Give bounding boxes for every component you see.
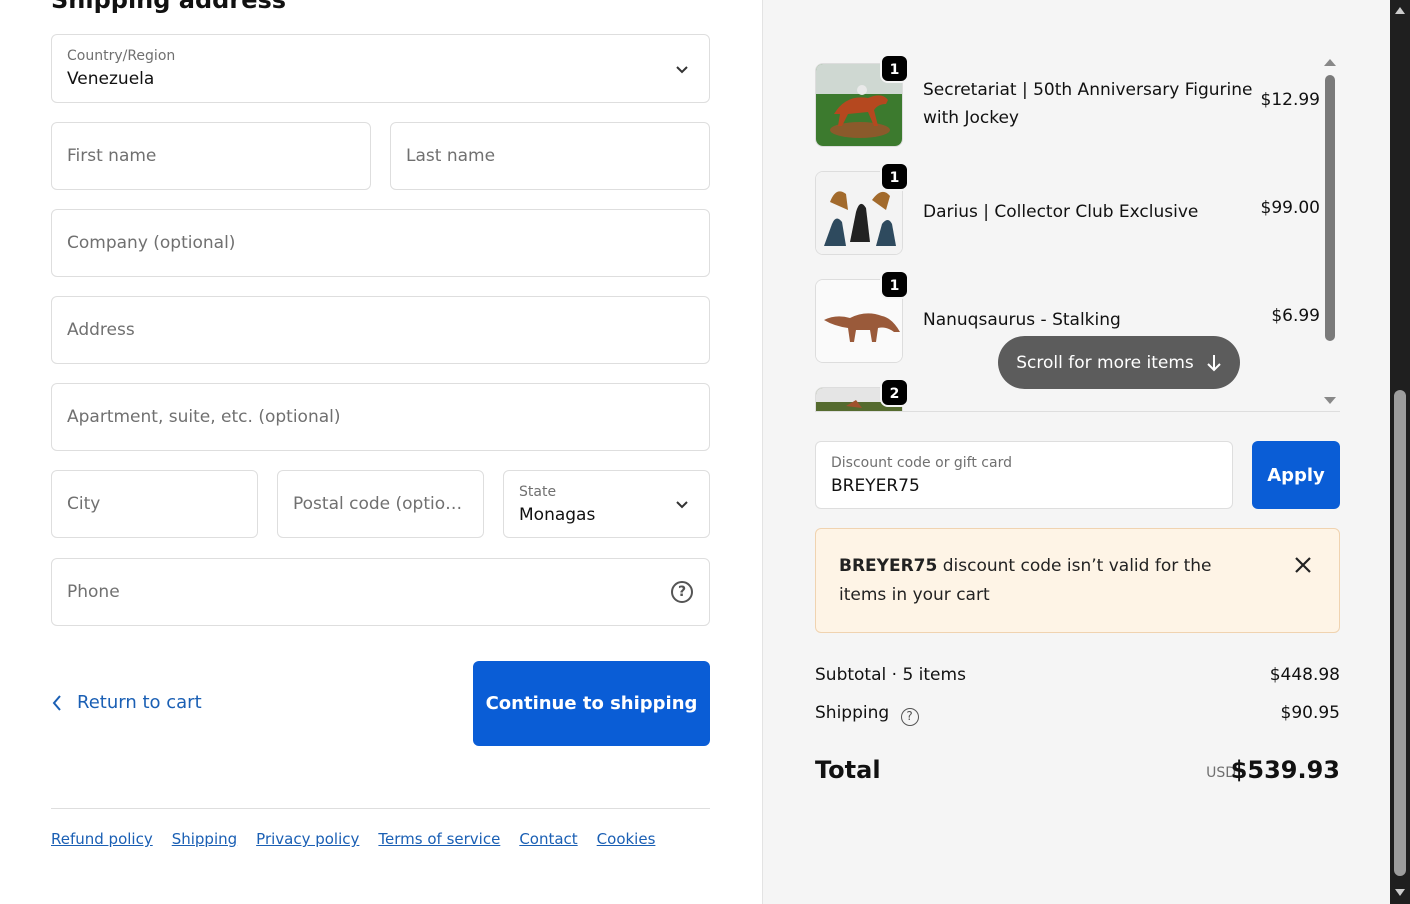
postal-code-input[interactable]: Postal code (option...: [277, 470, 484, 538]
item-name: Secretariat | 50th Anniversary Figurine …: [923, 80, 1253, 128]
terms-of-service-link[interactable]: Terms of service: [378, 830, 500, 848]
last-name-placeholder: Last name: [406, 146, 496, 166]
item-price: $6.99: [1271, 306, 1320, 326]
state-label: State: [519, 484, 557, 500]
cart-item: 2: [815, 378, 1320, 412]
subtotal-row: Subtotal · 5 items $448.98: [815, 665, 1340, 685]
cart-item: 1 Darius | Collector Club Exclusive $99.…: [815, 162, 1320, 261]
scrollbar-thumb[interactable]: [1394, 390, 1406, 876]
refund-policy-link[interactable]: Refund policy: [51, 830, 153, 848]
country-select[interactable]: Country/Region Venezuela: [51, 34, 710, 103]
page-scrollbar[interactable]: [1390, 0, 1410, 904]
item-name: Darius | Collector Club Exclusive: [923, 202, 1199, 222]
error-code: BREYER75: [839, 556, 938, 576]
discount-value: BREYER75: [831, 476, 920, 496]
item-price: $12.99: [1260, 90, 1320, 110]
first-name-input[interactable]: First name: [51, 122, 371, 190]
company-input[interactable]: Company (optional): [51, 209, 710, 277]
total-label: Total: [815, 756, 881, 784]
scroll-hint-label: Scroll for more items: [1016, 352, 1194, 373]
scrollbar-thumb[interactable]: [1325, 75, 1335, 341]
subtotal-label: Subtotal · 5 items: [815, 665, 966, 685]
address-placeholder: Address: [67, 320, 135, 340]
chevron-down-icon: [676, 65, 688, 73]
apply-button[interactable]: Apply: [1252, 441, 1340, 509]
privacy-policy-link[interactable]: Privacy policy: [256, 830, 359, 848]
continue-to-shipping-button[interactable]: Continue to shipping: [473, 661, 710, 746]
cart-item-list[interactable]: 1 Secretariat | 50th Anniversary Figurin…: [815, 50, 1340, 412]
item-name: Nanuqsaurus - Stalking: [923, 310, 1121, 330]
cookies-link[interactable]: Cookies: [597, 830, 656, 848]
error-message: BREYER75 discount code isn’t valid for t…: [839, 552, 1259, 610]
return-to-cart-link[interactable]: Return to cart: [51, 692, 202, 713]
close-icon[interactable]: [1293, 555, 1313, 575]
discount-code-input[interactable]: Discount code or gift card BREYER75: [815, 441, 1233, 509]
item-price: $99.00: [1260, 198, 1320, 218]
state-value: Monagas: [519, 505, 596, 525]
state-select[interactable]: State Monagas: [503, 470, 710, 538]
scroll-down-arrow-icon[interactable]: [1390, 886, 1410, 900]
quantity-badge: 1: [880, 54, 909, 83]
company-placeholder: Company (optional): [67, 233, 236, 253]
subtotal-value: $448.98: [1269, 665, 1340, 685]
checkout-form-panel: Shipping address Country/Region Venezuel…: [0, 0, 762, 904]
phone-placeholder: Phone: [67, 582, 120, 602]
help-icon[interactable]: ?: [671, 581, 693, 603]
total-row: Total USD $539.93: [815, 754, 1340, 794]
phone-input[interactable]: Phone ?: [51, 558, 710, 626]
shipping-label: Shipping: [815, 703, 890, 723]
scroll-for-more-items-button[interactable]: Scroll for more items: [998, 336, 1240, 389]
list-divider: [815, 411, 1340, 412]
scroll-up-arrow-icon[interactable]: [1390, 3, 1410, 17]
contact-link[interactable]: Contact: [519, 830, 577, 848]
quantity-badge: 2: [880, 378, 909, 407]
order-summary-panel: 1 Secretariat | 50th Anniversary Figurin…: [762, 0, 1390, 904]
shipping-value: $90.95: [1280, 703, 1340, 723]
footer-links: Refund policy Shipping Privacy policy Te…: [51, 830, 655, 848]
arrow-down-icon: [1207, 354, 1221, 371]
total-value: $539.93: [1230, 756, 1340, 784]
footer-divider: [51, 808, 710, 809]
chevron-left-icon: [52, 694, 61, 711]
help-icon[interactable]: ?: [900, 708, 919, 726]
cart-item: 1 Secretariat | 50th Anniversary Figurin…: [815, 54, 1320, 153]
scroll-down-arrow-icon[interactable]: [1320, 394, 1340, 408]
postal-code-placeholder: Postal code (option...: [293, 494, 468, 514]
shipping-row: Shipping ? $90.95: [815, 703, 1340, 726]
scroll-up-arrow-icon[interactable]: [1320, 55, 1340, 69]
apartment-input[interactable]: Apartment, suite, etc. (optional): [51, 383, 710, 451]
discount-error-banner: BREYER75 discount code isn’t valid for t…: [815, 528, 1340, 633]
country-value: Venezuela: [67, 69, 155, 89]
last-name-input[interactable]: Last name: [390, 122, 710, 190]
discount-label: Discount code or gift card: [831, 455, 1012, 471]
country-label: Country/Region: [67, 48, 176, 64]
city-input[interactable]: City: [51, 470, 258, 538]
city-placeholder: City: [67, 494, 101, 514]
cart-list-scrollbar[interactable]: [1320, 50, 1340, 412]
chevron-down-icon: [676, 501, 688, 509]
apartment-placeholder: Apartment, suite, etc. (optional): [67, 407, 341, 427]
section-title: Shipping address: [51, 0, 287, 14]
return-to-cart-label: Return to cart: [77, 692, 202, 713]
address-input[interactable]: Address: [51, 296, 710, 364]
shipping-link[interactable]: Shipping: [172, 830, 237, 848]
quantity-badge: 1: [880, 162, 909, 191]
first-name-placeholder: First name: [67, 146, 157, 166]
quantity-badge: 1: [880, 270, 909, 299]
